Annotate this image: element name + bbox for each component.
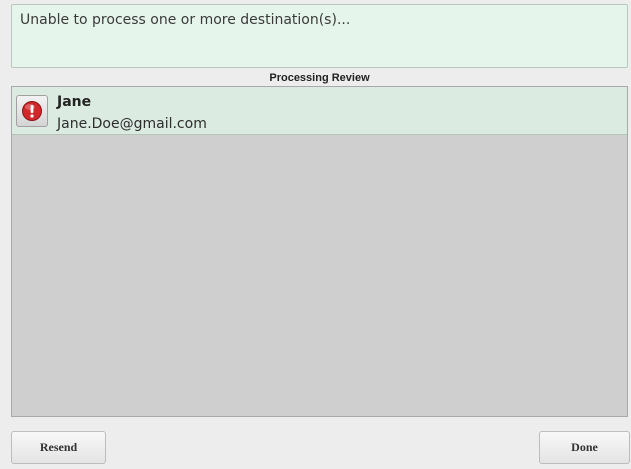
error-icon (16, 95, 48, 127)
exclamation-icon (22, 101, 42, 121)
done-button[interactable]: Done (539, 431, 630, 464)
section-header: Processing Review (269, 72, 370, 84)
resend-button[interactable]: Resend (11, 431, 106, 464)
item-name: Jane (57, 94, 92, 110)
status-message-text: Unable to process one or more destinatio… (20, 12, 351, 28)
list-item[interactable]: Jane Jane.Doe@gmail.com (12, 87, 627, 135)
status-message-box: Unable to process one or more destinatio… (11, 4, 628, 68)
item-email: Jane.Doe@gmail.com (57, 116, 207, 132)
destination-list[interactable]: Jane Jane.Doe@gmail.com (11, 86, 628, 417)
processing-review-screen: Unable to process one or more destinatio… (0, 0, 631, 469)
